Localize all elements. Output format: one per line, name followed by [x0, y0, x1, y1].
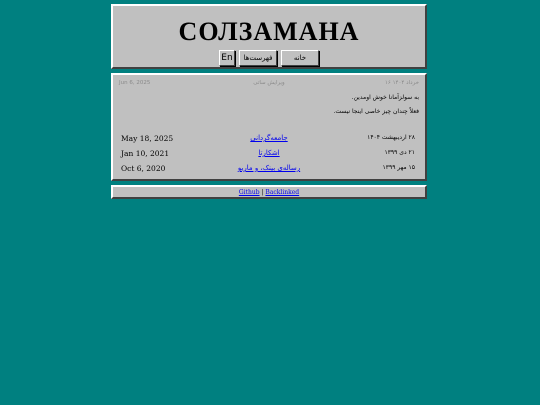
- site-title: СОЛЗАМАНА: [178, 17, 360, 46]
- language-en-button[interactable]: En: [219, 50, 235, 66]
- meta-edited-label: ویرایش ساتی: [253, 80, 285, 86]
- intro-line-welcome: به سولزآمانا خوش اومدین.: [351, 94, 419, 101]
- post-date-fa: ۲۱ دی ۱۳۹۹: [384, 149, 415, 156]
- backlinks-link[interactable]: Backlinked: [265, 189, 299, 196]
- content-panel: Jun 6, 2025 ویرایش ساتی ۱۶ خرداد ۱۴۰۴ به…: [111, 73, 427, 181]
- footer-separator: |: [261, 189, 264, 196]
- list-item: Jan 10, 2021 اشکارتا ۲۱ دی ۱۳۹۹: [119, 149, 419, 161]
- post-link[interactable]: اشکارتا: [119, 149, 419, 157]
- post-date-fa: ۲۸ اردیبهشت ۱۴۰۴: [367, 134, 415, 141]
- footer-links: Github | Backlinked: [113, 188, 425, 198]
- github-link[interactable]: Github: [239, 189, 260, 196]
- post-meta: Jun 6, 2025 ویرایش ساتی ۱۶ خرداد ۱۴۰۴: [119, 80, 419, 90]
- intro-line-note: فعلاً چندان چیز خاصی اینجا نیست.: [333, 108, 419, 115]
- post-link[interactable]: رساله‌ی بینک، و ماریو: [119, 164, 419, 172]
- header-panel: СОЛЗАМАНА En فهرست‌ها خانه: [111, 4, 427, 69]
- lists-button[interactable]: فهرست‌ها: [239, 50, 277, 66]
- list-item: May 18, 2025 جامعه‌گردانی ۲۸ اردیبهشت ۱۴…: [119, 134, 419, 146]
- footer-panel: Github | Backlinked: [111, 185, 427, 199]
- nav-bar: En فهرست‌ها خانه: [113, 50, 425, 66]
- list-item: Oct 6, 2020 رساله‌ی بینک، و ماریو ۱۵ مهر…: [119, 164, 419, 176]
- meta-date-fa: ۱۶ خرداد ۱۴۰۴: [384, 80, 419, 86]
- home-button[interactable]: خانه: [281, 50, 319, 66]
- post-date-fa: ۱۵ مهر ۱۳۹۹: [382, 164, 415, 171]
